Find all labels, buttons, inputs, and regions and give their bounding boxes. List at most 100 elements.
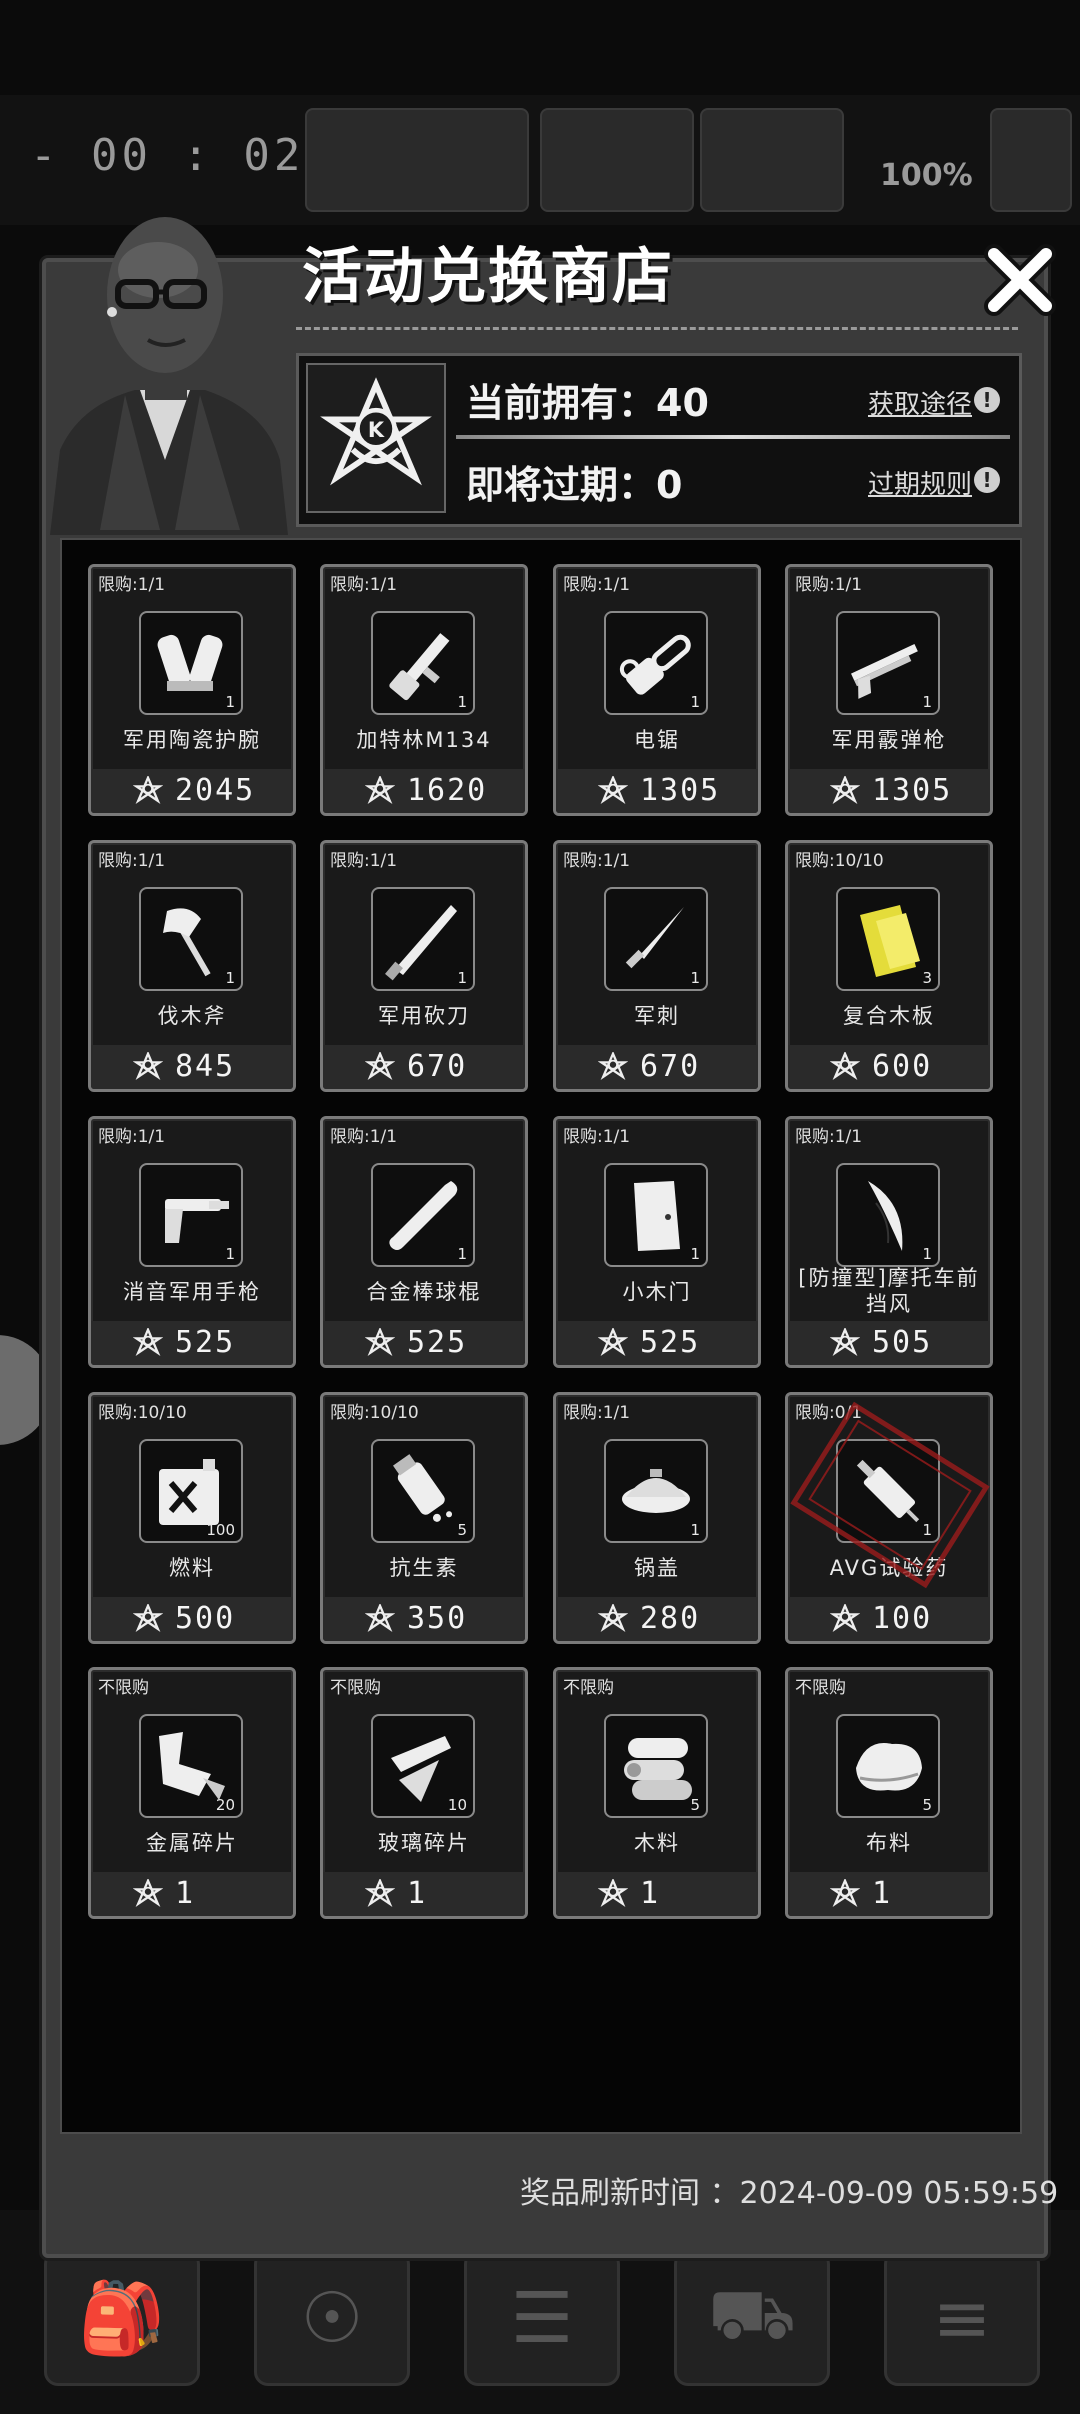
token-coin-icon [365, 776, 395, 804]
merchant-portrait [50, 217, 288, 535]
item-name: 军刺 [634, 1004, 680, 1028]
info-icon[interactable]: ! [974, 467, 1000, 493]
item-price: 1305 [872, 773, 953, 808]
plywood-icon: 3 [836, 887, 940, 991]
item-price: 670 [640, 1049, 701, 1084]
close-icon[interactable] [980, 240, 1060, 320]
token-coin-icon [598, 1052, 628, 1080]
item-name: 加特林M134 [356, 728, 492, 752]
shop-item-card[interactable]: 限购:1/1 1 电锯 1305 [553, 564, 761, 816]
item-name: 小木门 [622, 1280, 692, 1304]
brain-icon[interactable]: ☉ [254, 2250, 410, 2386]
owned-count: 当前拥有：40 [466, 381, 709, 425]
item-name: 伐木斧 [157, 1004, 227, 1028]
token-coin-icon [830, 1328, 860, 1356]
refresh-time: 奖品刷新时间 ：2024-09-09 05:59:59 [520, 2176, 1059, 2211]
shop-item-card[interactable]: 限购:10/10 5 抗生素 350 [320, 1392, 528, 1644]
item-name: 军用砍刀 [378, 1004, 470, 1028]
item-quantity: 1 [225, 969, 235, 987]
shop-item-card[interactable]: 限购:10/10 100 燃料 500 [88, 1392, 296, 1644]
get-currency-link[interactable]: 获取途径 [868, 384, 972, 421]
purchase-limit: 限购:1/1 [330, 851, 398, 871]
shop-item-card[interactable]: 限购:1/1 1 军用砍刀 670 [320, 840, 528, 1092]
list-icon[interactable]: ≡ [884, 2250, 1040, 2386]
price-bar: 845 [91, 1045, 293, 1089]
item-name: 军用霰弹枪 [831, 728, 947, 752]
shop-item-card[interactable]: 不限购 5 木料 1 [553, 1667, 761, 1919]
backpack-icon[interactable]: 🎒 [44, 2250, 200, 2386]
shop-item-card[interactable]: 不限购 10 玻璃碎片 1 [320, 1667, 528, 1919]
price-bar: 600 [788, 1045, 990, 1089]
info-icon[interactable]: ! [974, 387, 1000, 413]
shop-item-card[interactable]: 不限购 20 金属碎片 1 [88, 1667, 296, 1919]
wooden-door-icon: 1 [604, 1163, 708, 1267]
item-price: 1 [640, 1876, 661, 1911]
shop-item-card[interactable]: 限购:1/1 1 锅盖 280 [553, 1392, 761, 1644]
item-quantity: 1 [922, 693, 932, 711]
notebook-icon[interactable]: ☰ [464, 2250, 620, 2386]
price-bar: 1620 [323, 769, 525, 813]
windshield-icon: 1 [836, 1163, 940, 1267]
item-quantity: 1 [690, 1245, 700, 1263]
chainsaw-icon: 1 [604, 611, 708, 715]
shop-item-card[interactable]: 限购:0/1 1 AVG试验药 100 [785, 1392, 993, 1644]
item-name: 木料 [634, 1831, 680, 1855]
item-price: 1620 [407, 773, 488, 808]
token-coin-icon [365, 1328, 395, 1356]
item-quantity: 1 [922, 1245, 932, 1263]
token-coin-icon [598, 1328, 628, 1356]
price-bar: 500 [91, 1597, 293, 1641]
purchase-limit: 限购:1/1 [563, 1127, 631, 1147]
item-quantity: 1 [690, 969, 700, 987]
shop-item-card[interactable]: 限购:1/1 1 小木门 525 [553, 1116, 761, 1368]
item-quantity: 10 [447, 1796, 467, 1814]
shop-item-card[interactable]: 不限购 5 布料 1 [785, 1667, 993, 1919]
item-price: 2045 [175, 773, 256, 808]
expire-rule-link[interactable]: 过期规则 [868, 464, 972, 501]
purchase-limit: 限购:1/1 [563, 851, 631, 871]
shotgun-icon: 1 [836, 611, 940, 715]
item-quantity: 5 [457, 1521, 467, 1539]
token-coin-icon [133, 1052, 163, 1080]
item-name: 燃料 [169, 1556, 215, 1580]
cloth-icon: 5 [836, 1714, 940, 1818]
shop-item-card[interactable]: 限购:1/1 1 消音军用手枪 525 [88, 1116, 296, 1368]
shop-item-card[interactable]: 限购:1/1 1 军刺 670 [553, 840, 761, 1092]
price-bar: 1 [556, 1872, 758, 1916]
item-name: [防撞型]摩托车前挡风 [798, 1266, 980, 1316]
shop-item-card[interactable]: 限购:1/1 1 伐木斧 845 [88, 840, 296, 1092]
item-price: 500 [175, 1601, 236, 1636]
price-bar: 1305 [556, 769, 758, 813]
purchase-limit: 限购:10/10 [330, 1403, 419, 1423]
purchase-limit: 限购:1/1 [563, 1403, 631, 1423]
item-quantity: 1 [457, 693, 467, 711]
shop-item-card[interactable]: 限购:1/1 1 合金棒球棍 525 [320, 1116, 528, 1368]
item-quantity: 1 [690, 693, 700, 711]
shop-item-card[interactable]: 限购:1/1 1 [防撞型]摩托车前挡风 505 [785, 1116, 993, 1368]
shop-item-card[interactable]: 限购:1/1 1 军用陶瓷护腕 2045 [88, 564, 296, 816]
purchase-limit: 限购:1/1 [98, 851, 166, 871]
cart-icon[interactable]: ⛟ [674, 2250, 830, 2386]
item-quantity: 5 [690, 1796, 700, 1814]
token-coin-icon [133, 776, 163, 804]
shop-title: 活动兑换商店 [302, 242, 674, 312]
token-coin-icon [133, 1879, 163, 1907]
purchase-limit: 限购:10/10 [795, 851, 884, 871]
machete-icon: 1 [371, 887, 475, 991]
purchase-limit: 限购:1/1 [330, 575, 398, 595]
bayonet-icon: 1 [604, 887, 708, 991]
title-divider [296, 327, 1018, 330]
price-bar: 1305 [788, 769, 990, 813]
metal-scrap-icon: 20 [139, 1714, 243, 1818]
shop-item-card[interactable]: 限购:1/1 1 加特林M134 1620 [320, 564, 528, 816]
purchase-limit: 限购:1/1 [795, 1127, 863, 1147]
price-bar: 670 [556, 1045, 758, 1089]
item-quantity: 100 [206, 1521, 235, 1539]
item-price: 1 [407, 1876, 428, 1911]
hud-menu-button[interactable] [990, 108, 1072, 212]
token-emblem-icon: K [306, 363, 446, 513]
price-bar: 100 [788, 1597, 990, 1641]
price-bar: 505 [788, 1321, 990, 1365]
shop-item-card[interactable]: 限购:1/1 1 军用霰弹枪 1305 [785, 564, 993, 816]
shop-item-card[interactable]: 限购:10/10 3 复合木板 600 [785, 840, 993, 1092]
